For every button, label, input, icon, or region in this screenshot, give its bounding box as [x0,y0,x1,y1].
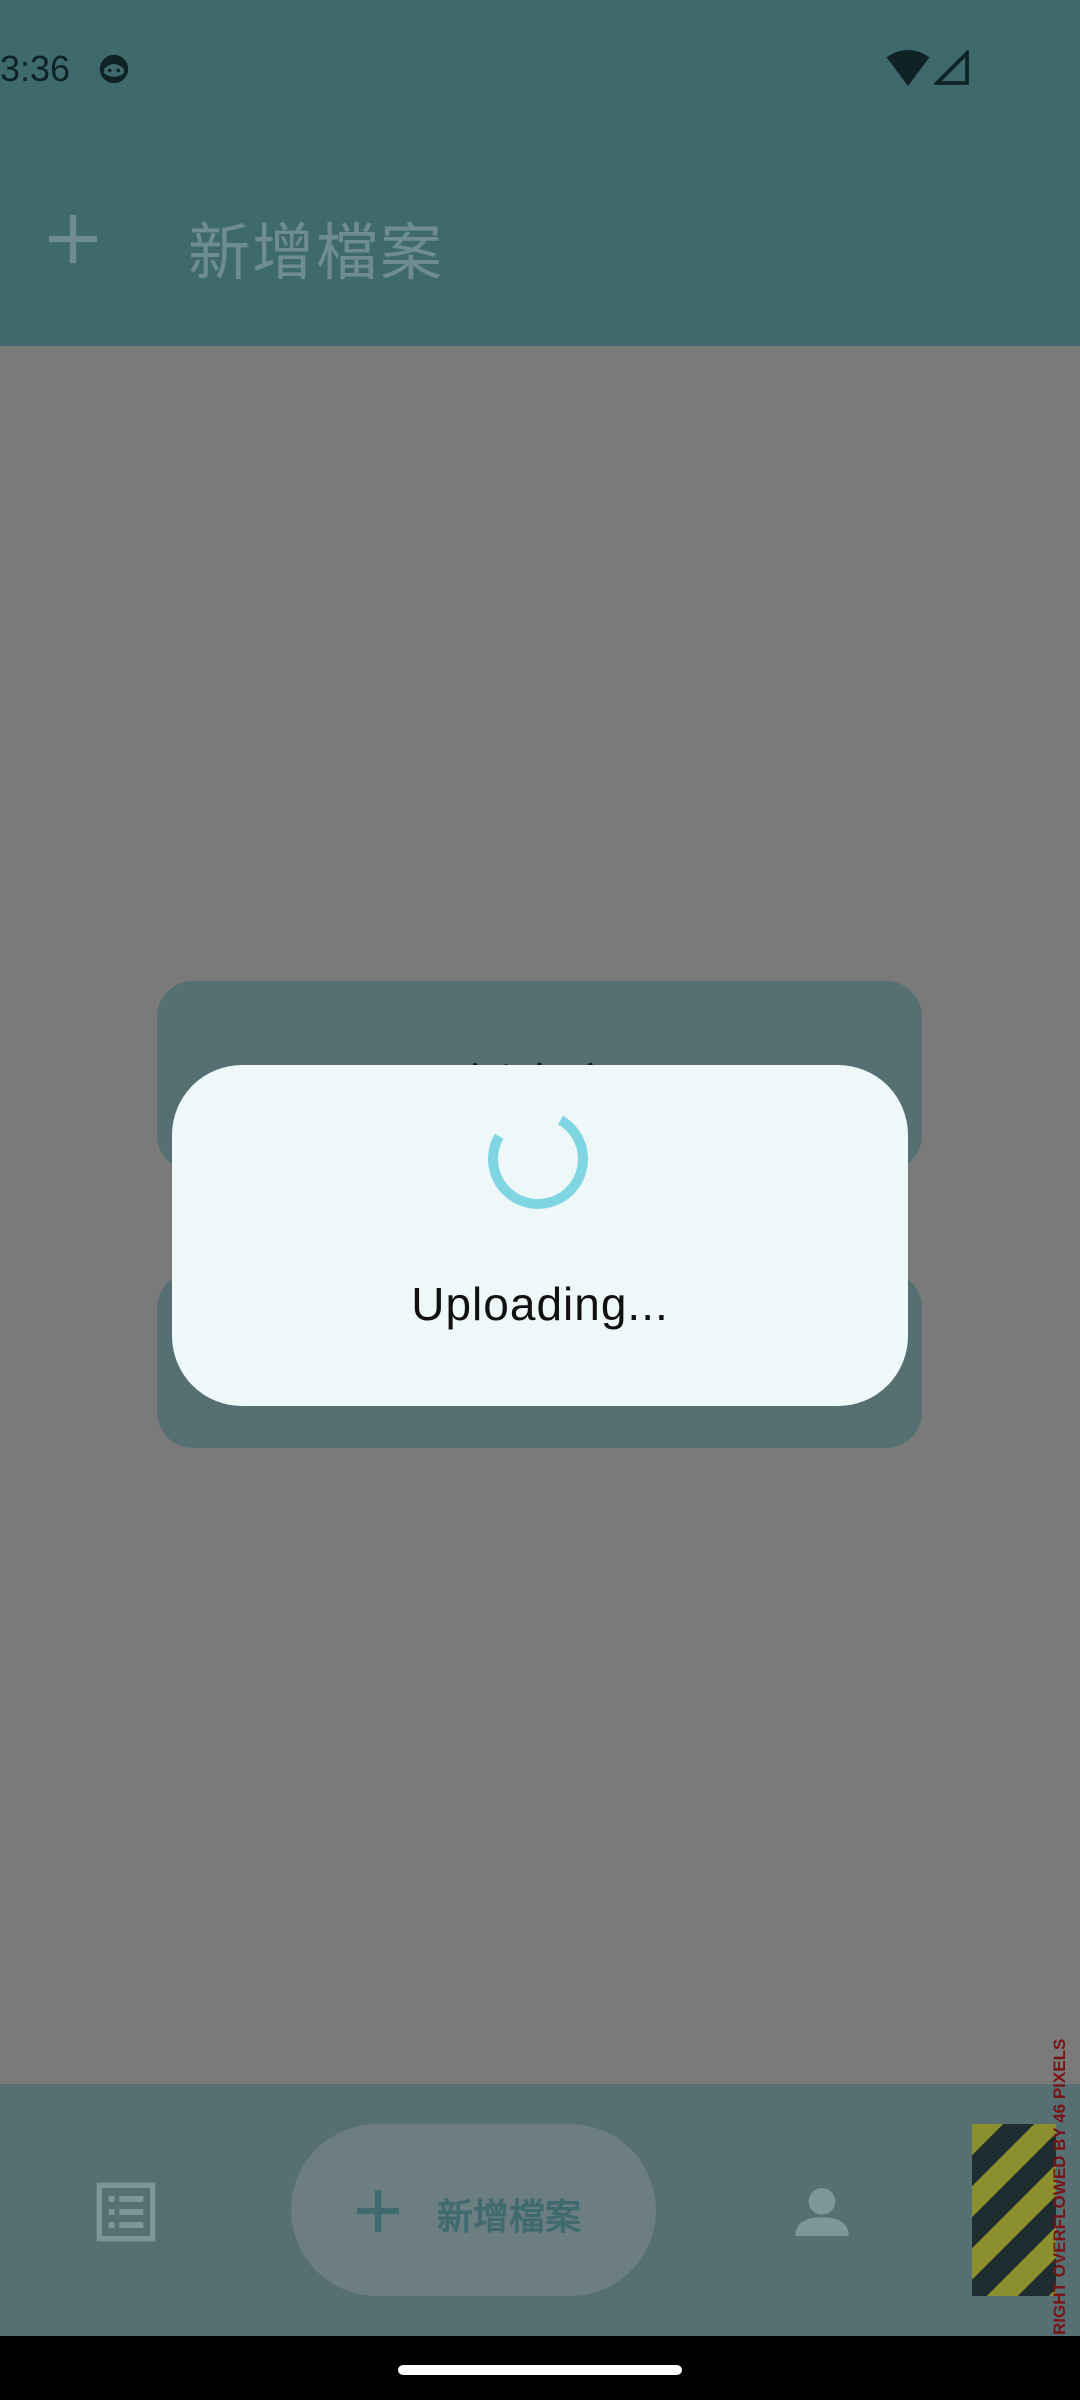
uploading-dialog: Uploading... [172,1065,908,1406]
status-time: 3:36 [0,48,71,89]
home-indicator[interactable] [398,2365,682,2375]
app-bar: 新增檔案 [0,140,1080,346]
nav-add-file-button[interactable]: 新增檔案 [291,2124,656,2296]
add-icon[interactable] [44,210,102,268]
bottom-nav: 新增檔案 [0,2084,1080,2336]
nav-add-file-label: 新增檔案 [437,2196,582,2237]
page-title: 新增檔案 [188,219,445,288]
add-icon [357,2190,399,2232]
list-icon[interactable] [94,2180,158,2244]
system-nav-bar [0,2336,1080,2400]
face-icon [99,54,129,84]
loading-spinner-icon [488,1109,588,1209]
status-bar: 3:36 [0,0,1080,140]
person-icon[interactable] [790,2180,854,2244]
signal-icon [934,50,969,85]
wifi-icon [886,50,930,86]
overflow-warning-stripes [972,2124,1056,2296]
overflow-warning-text: RIGHT OVERFLOWED BY 46 PIXELS [1050,2038,1069,2335]
uploading-message: Uploading... [411,1278,669,1330]
